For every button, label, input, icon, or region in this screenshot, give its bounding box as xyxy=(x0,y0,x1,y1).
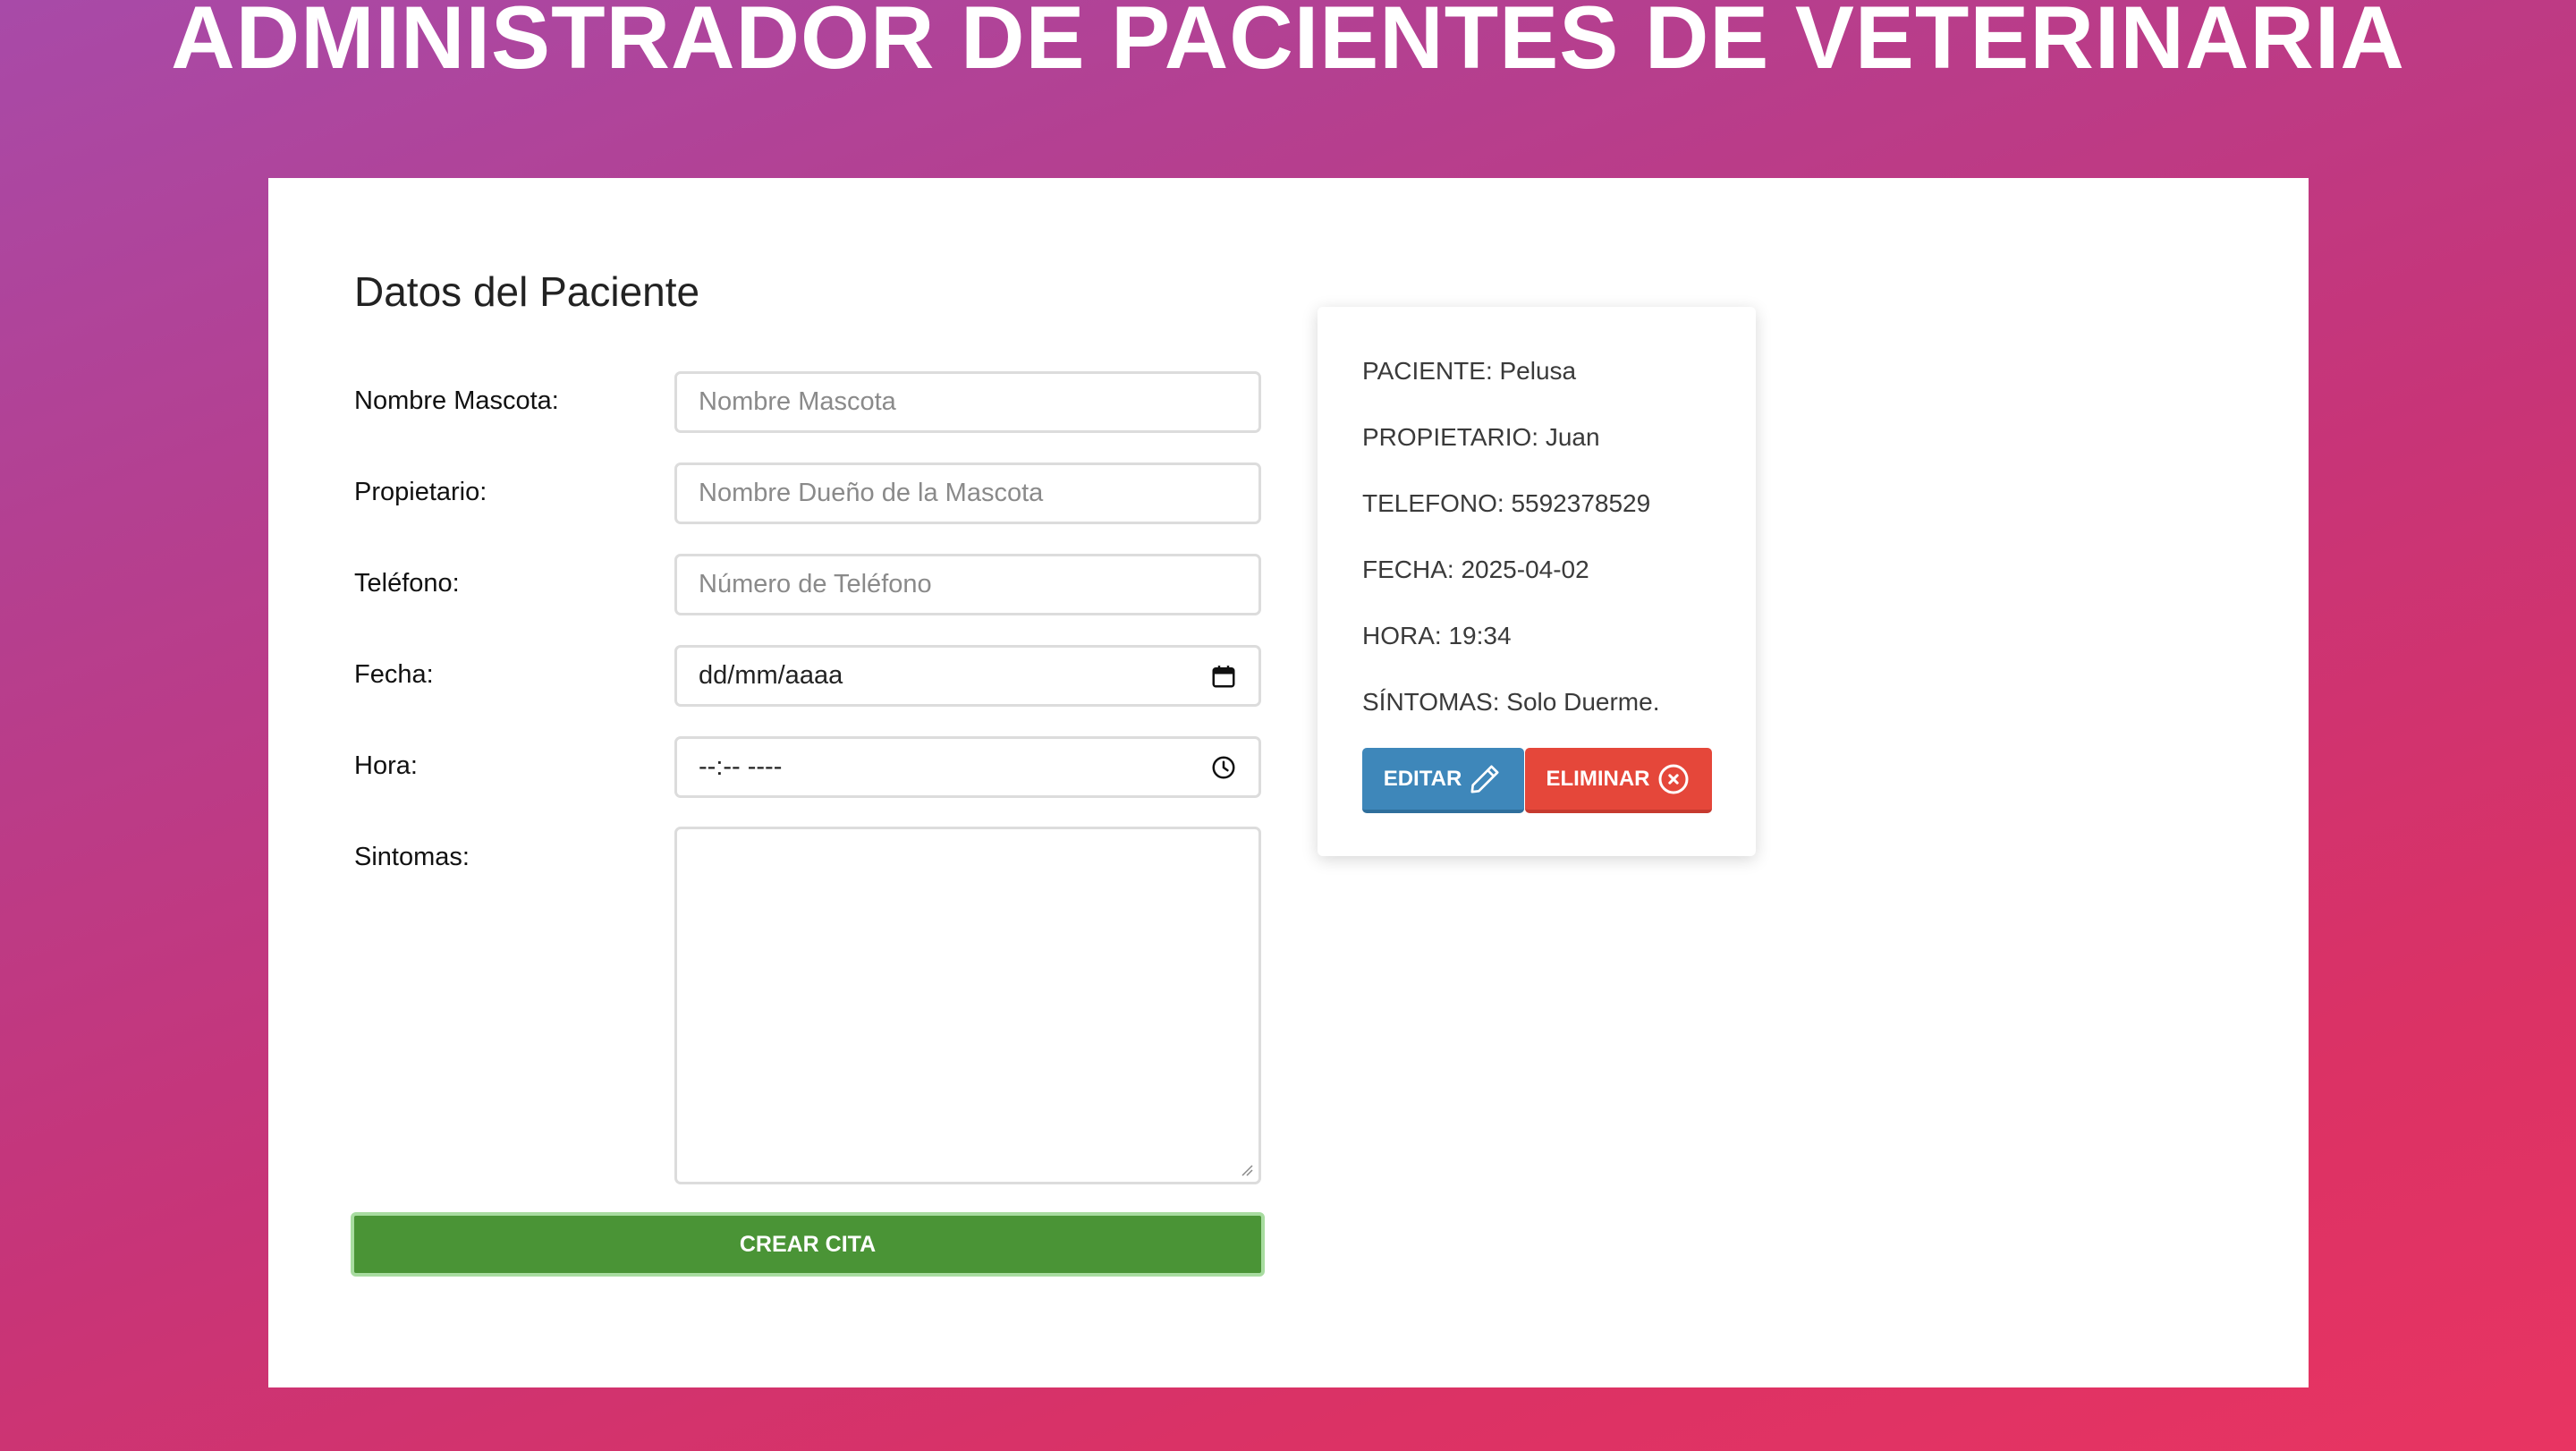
appointment-symptoms: SÍNTOMAS: Solo Duerme. xyxy=(1362,688,1660,716)
clock-icon[interactable] xyxy=(1210,754,1237,781)
time-input[interactable]: --:-- ---- xyxy=(674,736,1261,798)
time-label: Hora: xyxy=(354,751,418,780)
main-panel: Datos del Paciente Nombre Mascota: Propi… xyxy=(268,178,2309,1387)
calendar-icon[interactable] xyxy=(1210,663,1237,690)
form-title: Datos del Paciente xyxy=(354,268,700,315)
appointment-date: FECHA: 2025-04-02 xyxy=(1362,556,1589,583)
owner-label: Propietario: xyxy=(354,478,487,506)
phone-input[interactable] xyxy=(674,554,1261,615)
phone-label: Teléfono: xyxy=(354,569,460,598)
date-label: Fecha: xyxy=(354,660,434,689)
resize-grip-icon[interactable] xyxy=(1241,1164,1253,1176)
date-input[interactable]: dd/mm/aaaa xyxy=(674,645,1261,707)
edit-button[interactable]: EDITAR xyxy=(1362,748,1524,813)
pencil-icon xyxy=(1470,765,1499,793)
symptoms-label: Sintomas: xyxy=(354,843,470,871)
date-input-value: dd/mm/aaaa xyxy=(699,661,843,690)
delete-button[interactable]: ELIMINAR xyxy=(1525,748,1712,813)
delete-button-label: ELIMINAR xyxy=(1546,766,1650,791)
appointment-owner: PROPIETARIO: Juan xyxy=(1362,423,1600,451)
edit-button-label: EDITAR xyxy=(1383,766,1462,791)
owner-input[interactable] xyxy=(674,462,1261,524)
appointment-phone: TELEFONO: 5592378529 xyxy=(1362,489,1651,517)
page-title: ADMINISTRADOR DE PACIENTES DE VETERINARI… xyxy=(171,0,2405,87)
pet-name-label: Nombre Mascota: xyxy=(354,386,559,415)
create-appointment-button[interactable]: CREAR CITA xyxy=(351,1212,1265,1277)
appointment-patient: PACIENTE: Pelusa xyxy=(1362,357,1577,385)
appointment-card: PACIENTE: Pelusa PROPIETARIO: Juan TELEF… xyxy=(1318,307,1756,856)
symptoms-textarea[interactable] xyxy=(674,827,1261,1184)
appointment-time: HORA: 19:34 xyxy=(1362,622,1512,649)
pet-name-input[interactable] xyxy=(674,371,1261,433)
x-circle-icon xyxy=(1658,764,1688,793)
time-input-value: --:-- ---- xyxy=(699,752,783,781)
